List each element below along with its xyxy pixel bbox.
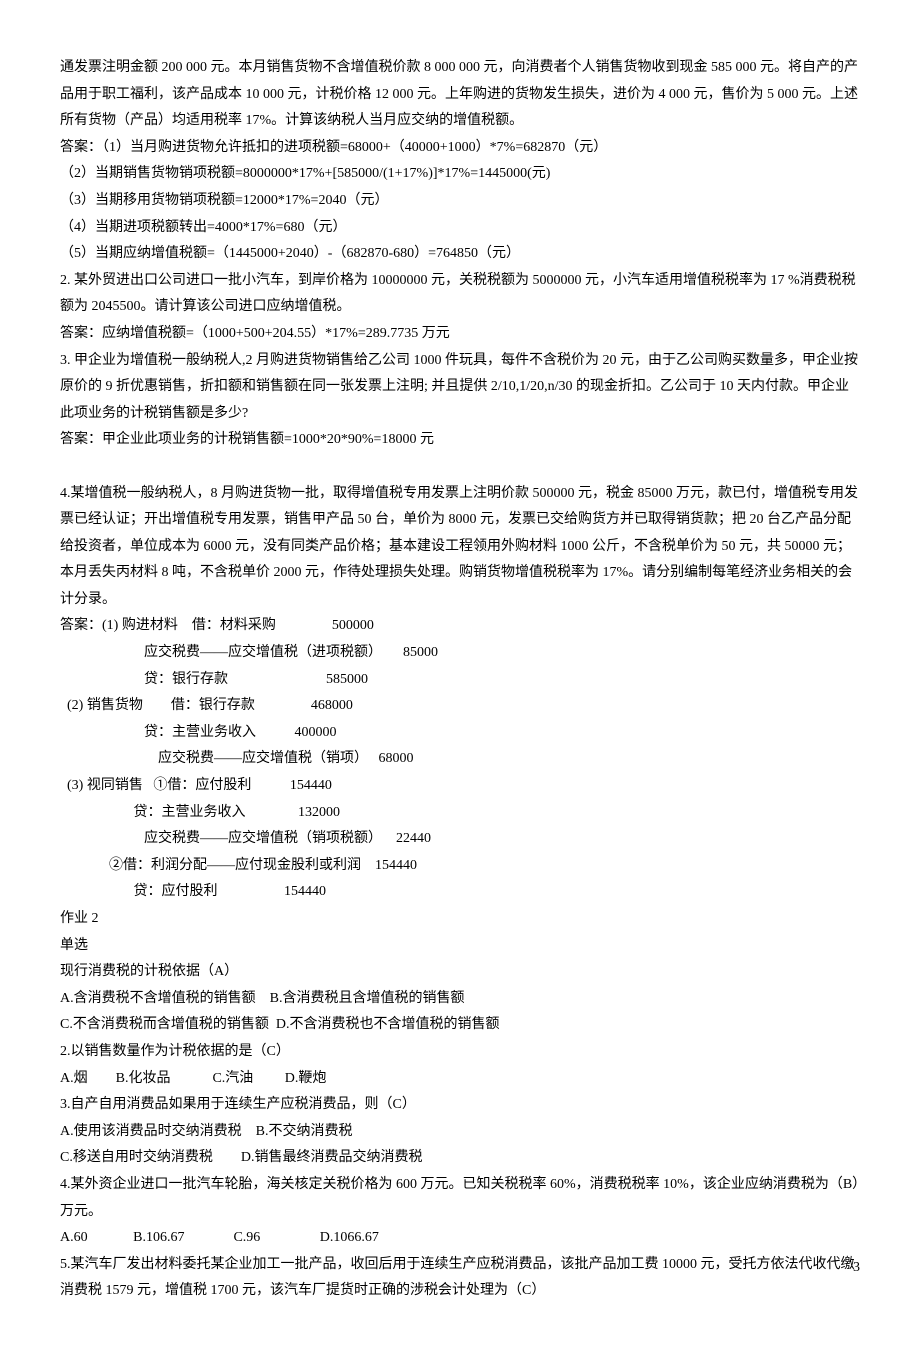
text-line: 应交税费——应交增值税（销项税额） 22440 [60,826,860,853]
text-line: 贷：银行存款 585000 [60,667,860,694]
text-line: A.含消费税不含增值税的销售额 B.含消费税且含增值税的销售额 [60,986,860,1013]
text-line: 答案：(1) 购进材料 借：材料采购 500000 [60,613,860,640]
text-line: A.60 B.106.67 C.96 D.1066.67 [60,1225,860,1252]
text-line [60,454,860,481]
text-line: 应交税费——应交增值税（销项） 68000 [60,746,860,773]
text-line: 5.某汽车厂发出材料委托某企业加工一批产品，收回后用于连续生产应税消费品，该批产… [60,1252,860,1305]
text-line: （4）当期进项税额转出=4000*17%=680（元） [60,215,860,242]
text-line: 贷：应付股利 154440 [60,879,860,906]
text-line: 4.某外资企业进口一批汽车轮胎，海关核定关税价格为 600 万元。已知关税税率 … [60,1172,860,1225]
text-line: 通发票注明金额 200 000 元。本月销售货物不含增值税价款 8 000 00… [60,55,860,135]
text-line: 答案：（1）当月购进货物允许抵扣的进项税额=68000+（40000+1000）… [60,135,860,162]
text-line: （2）当期销售货物销项税额=8000000*17%+[585000/(1+17%… [60,161,860,188]
text-line: C.不含消费税而含增值税的销售额 D.不含消费税也不含增值税的销售额 [60,1012,860,1039]
text-line: C.移送自用时交纳消费税 D.销售最终消费品交纳消费税 [60,1145,860,1172]
text-line: 单选 [60,933,860,960]
text-line: 答案：甲企业此项业务的计税销售额=1000*20*90%=18000 元 [60,427,860,454]
text-line: A.烟 B.化妆品 C.汽油 D.鞭炮 [60,1066,860,1093]
text-line: 贷：主营业务收入 400000 [60,720,860,747]
text-line: 作业 2 [60,906,860,933]
text-line: 贷：主营业务收入 132000 [60,800,860,827]
text-line: 答案：应纳增值税额=（1000+500+204.55）*17%=289.7735… [60,321,860,348]
text-line: (3) 视同销售 ①借：应付股利 154440 [60,773,860,800]
text-line: （3）当期移用货物销项税额=12000*17%=2040（元） [60,188,860,215]
text-line: 3. 甲企业为增值税一般纳税人,2 月购进货物销售给乙公司 1000 件玩具，每… [60,348,860,428]
page-number: 3 [853,1255,860,1282]
text-line: ②借：利润分配——应付现金股利或利润 154440 [60,853,860,880]
text-line: 2. 某外贸进出口公司进口一批小汽车，到岸价格为 10000000 元，关税税额… [60,268,860,321]
text-line: 3.自产自用消费品如果用于连续生产应税消费品，则（C） [60,1092,860,1119]
text-line: A.使用该消费品时交纳消费税 B.不交纳消费税 [60,1119,860,1146]
text-line: 2.以销售数量作为计税依据的是（C） [60,1039,860,1066]
text-line: （5）当期应纳增值税额=（1445000+2040）-（682870-680）=… [60,241,860,268]
text-line: 现行消费税的计税依据（A） [60,959,860,986]
text-line: (2) 销售货物 借：银行存款 468000 [60,693,860,720]
text-line: 应交税费——应交增值税（进项税额） 85000 [60,640,860,667]
text-line: 4.某增值税一般纳税人，8 月购进货物一批，取得增值税专用发票上注明价款 500… [60,481,860,614]
document-body: 通发票注明金额 200 000 元。本月销售货物不含增值税价款 8 000 00… [60,55,860,1305]
